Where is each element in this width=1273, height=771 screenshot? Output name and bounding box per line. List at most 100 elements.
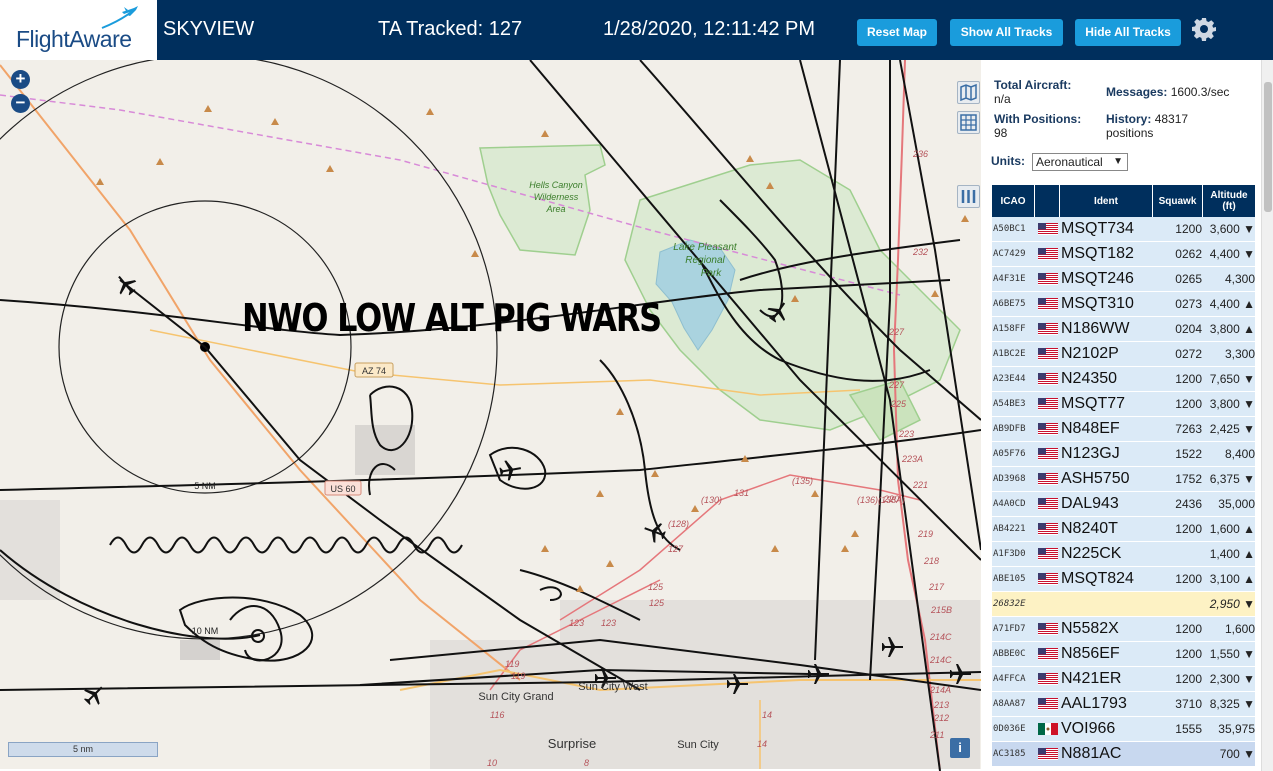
icao-cell: 0D036E (993, 724, 1026, 734)
table-header: ICAO Ident Squawk Altitude (ft) (992, 185, 1255, 217)
aircraft-icon (118, 275, 137, 296)
squawk-cell: 7263 (1175, 422, 1202, 436)
panel-scrollbar[interactable] (1261, 60, 1273, 771)
map-canvas[interactable]: Hells Canyon Wilderness Area Lake Pleasa… (0, 60, 981, 771)
flag-cell (1035, 447, 1060, 461)
table-row[interactable]: 0D036E VOI966 1555 35,975 (992, 717, 1255, 742)
table-row[interactable]: AD3968 ASH5750 1752 6,375 ▼ (992, 467, 1255, 492)
table-row[interactable]: A158FF N186WW 0204 3,800 ▲ (992, 317, 1255, 342)
col-ident[interactable]: Ident (1060, 185, 1153, 217)
table-row[interactable]: AC3185 N881AC 700 ▼ (992, 742, 1255, 767)
flag-cell (1035, 372, 1060, 386)
altitude-cell: 4,400 ▼ (1209, 247, 1255, 261)
ident-cell: MSQT734 (1061, 220, 1134, 237)
road-number-label: 219 (917, 529, 933, 539)
table-row[interactable]: AB9DFB N848EF 7263 2,425 ▼ (992, 417, 1255, 442)
reset-map-button[interactable]: Reset Map (857, 19, 937, 46)
us-flag-icon (1037, 348, 1058, 360)
us-flag-icon (1037, 248, 1058, 260)
table-row[interactable]: AB4221 N8240T 1200 1,600 ▲ (992, 517, 1255, 542)
col-flag[interactable] (1035, 185, 1060, 217)
icao-cell: AC3185 (993, 749, 1026, 759)
table-row[interactable]: AC7429 MSQT182 0262 4,400 ▼ (992, 242, 1255, 267)
table-row[interactable]: A4A0CD DAL943 2436 35,000 (992, 492, 1255, 517)
squawk-cell: 1200 (1175, 572, 1202, 586)
label-hells-canyon: Hells Canyon (529, 180, 583, 190)
altitude-cell: 2,300 ▼ (1209, 672, 1255, 686)
ident-cell: MSQT824 (1061, 570, 1134, 587)
icao-cell: A05F76 (993, 449, 1026, 459)
col-icao[interactable]: ICAO (992, 185, 1035, 217)
units-select[interactable]: Aeronautical ▼ (1032, 153, 1128, 171)
gear-icon[interactable] (1192, 17, 1216, 41)
table-row[interactable]: 26832E 2,950 ▼ (992, 592, 1255, 617)
map-layers-button[interactable] (957, 81, 980, 104)
table-row[interactable]: A23E44 N24350 1200 7,650 ▼ (992, 367, 1255, 392)
us-flag-icon (1037, 323, 1058, 335)
squawk-cell: 1522 (1175, 447, 1202, 461)
table-row[interactable]: A71FD7 N5582X 1200 1,600 (992, 617, 1255, 642)
columns-icon (961, 190, 976, 203)
table-row[interactable]: A8AA87 AAL1793 3710 8,325 ▼ (992, 692, 1255, 717)
map-view[interactable]: Hells Canyon Wilderness Area Lake Pleasa… (0, 60, 981, 771)
road-number-label: 211 (929, 730, 944, 740)
top-bar: FlightAware SKYVIEW TA Tracked: 127 1/28… (0, 0, 1273, 60)
table-row[interactable]: A1BC2E N2102P 0272 3,300 (992, 342, 1255, 367)
table-row[interactable]: ABE105 MSQT824 1200 3,100 ▲ (992, 567, 1255, 592)
table-row[interactable]: A4F31E MSQT246 0265 4,300 (992, 267, 1255, 292)
grid-toggle-button[interactable] (957, 111, 980, 134)
table-row[interactable]: A50BC1 MSQT734 1200 3,600 ▼ (992, 217, 1255, 242)
squawk-cell: 1200 (1175, 647, 1202, 661)
table-row[interactable]: A05F76 N123GJ 1522 8,400 (992, 442, 1255, 467)
ident-cell: N186WW (1061, 320, 1130, 337)
altitude-cell: 8,325 ▼ (1209, 697, 1255, 711)
show-all-tracks-button[interactable]: Show All Tracks (950, 19, 1063, 46)
road-number-label: 215B (930, 605, 952, 615)
icao-cell: A4F31E (993, 274, 1026, 284)
label-us60: US 60 (330, 484, 355, 494)
table-row[interactable]: A4FFCA N421ER 1200 2,300 ▼ (992, 667, 1255, 692)
flag-cell (1035, 647, 1060, 661)
col-squawk[interactable]: Squawk (1153, 185, 1203, 217)
label-az74: AZ 74 (362, 366, 386, 376)
squawk-cell: 0272 (1175, 347, 1202, 361)
road-number-label: 212 (933, 713, 949, 723)
icao-cell: AC7429 (993, 249, 1026, 259)
dropdown-arrow-icon: ▼ (1113, 156, 1123, 167)
road-number-label: (128) (668, 519, 689, 529)
icao-cell: A158FF (993, 324, 1026, 334)
flightaware-logo[interactable]: FlightAware (0, 0, 157, 60)
altitude-cell: 2,425 ▼ (1209, 422, 1255, 436)
info-button[interactable]: i (950, 738, 970, 758)
messages-value: 1600.3/sec (1170, 85, 1230, 99)
scroll-thumb[interactable] (1264, 82, 1272, 212)
column-toggle-button[interactable] (957, 185, 980, 208)
flag-cell (1035, 547, 1060, 561)
road-number-label: 227 (888, 327, 905, 337)
road-number-label: 131 (734, 488, 749, 498)
table-row[interactable]: ABBE0C N856EF 1200 1,550 ▼ (992, 642, 1255, 667)
road-number-label: 213 (933, 700, 949, 710)
altitude-cell: 7,650 ▼ (1209, 372, 1255, 386)
table-row[interactable]: A1F3D0 N225CK 1,400 ▲ (992, 542, 1255, 567)
zoom-in-button[interactable]: + (11, 70, 30, 89)
flag-cell (1035, 322, 1060, 336)
icao-cell: A54BE3 (993, 399, 1026, 409)
us-flag-icon (1037, 423, 1058, 435)
flag-cell (1035, 597, 1060, 611)
altitude-cell: 6,375 ▼ (1209, 472, 1255, 486)
col-altitude[interactable]: Altitude (ft) (1203, 185, 1255, 217)
road-number-label: (130) (701, 495, 722, 505)
history-label: History: (1106, 112, 1152, 126)
table-row[interactable]: A6BE75 MSQT310 0273 4,400 ▲ (992, 292, 1255, 317)
icao-cell: ABE105 (993, 574, 1026, 584)
hide-all-tracks-button[interactable]: Hide All Tracks (1075, 19, 1181, 46)
icao-cell: A6BE75 (993, 299, 1026, 309)
zoom-out-button[interactable]: − (11, 94, 30, 113)
squawk-cell: 1555 (1175, 722, 1202, 736)
squawk-cell: 1200 (1175, 622, 1202, 636)
ident-cell: AAL1793 (1061, 695, 1127, 712)
ident-cell: N848EF (1061, 420, 1120, 437)
units-value: Aeronautical (1036, 155, 1103, 169)
table-row[interactable]: A54BE3 MSQT77 1200 3,800 ▼ (992, 392, 1255, 417)
